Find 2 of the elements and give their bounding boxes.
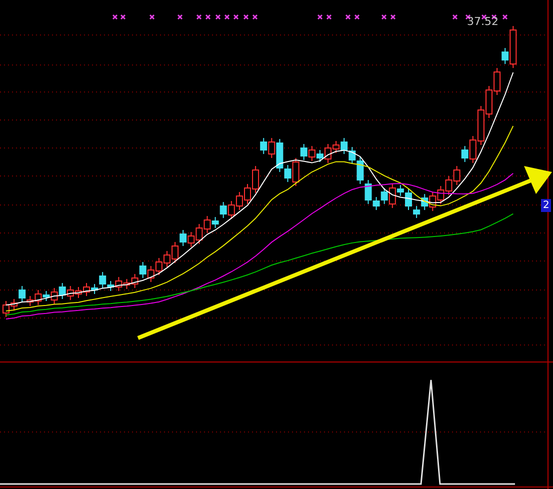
- axis-label: 2: [541, 199, 552, 212]
- price-label: 37.52: [467, 15, 498, 28]
